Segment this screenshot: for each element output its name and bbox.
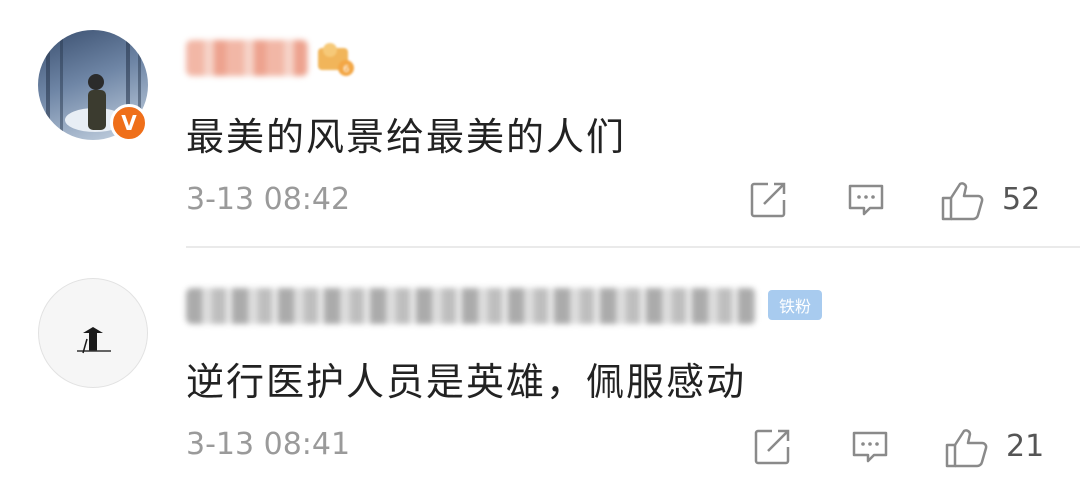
like-count: 21 — [1006, 429, 1045, 464]
username-blurred[interactable] — [186, 288, 756, 324]
comment-item: V 6 最美的风景给最美的人们 3-13 08:42 52 — [0, 0, 1080, 248]
username-blurred[interactable] — [186, 40, 308, 76]
user-avatar[interactable] — [38, 278, 148, 388]
fan-badge: 铁粉 — [768, 290, 822, 320]
comment-text: 逆行医护人员是英雄，佩服感动 — [186, 360, 747, 404]
member-level-badge-icon: 6 — [318, 43, 354, 76]
comment-icon[interactable] — [846, 180, 886, 220]
share-icon[interactable] — [752, 427, 792, 467]
thumbs-up-icon[interactable] — [940, 180, 986, 222]
share-icon[interactable] — [748, 180, 788, 220]
like-count: 52 — [1002, 182, 1041, 217]
comment-item: 铁粉 逆行医护人员是英雄，佩服感动 3-13 08:41 21 — [0, 247, 1080, 494]
comment-icon[interactable] — [850, 427, 890, 467]
avatar-image — [77, 327, 111, 354]
thumbs-up-icon[interactable] — [944, 427, 990, 469]
comment-timestamp: 3-13 08:41 — [186, 427, 351, 462]
svg-text:6: 6 — [343, 64, 349, 75]
comment-text: 最美的风景给最美的人们 — [186, 115, 627, 159]
verified-v-icon: V — [110, 104, 148, 142]
comment-timestamp: 3-13 08:42 — [186, 182, 351, 217]
